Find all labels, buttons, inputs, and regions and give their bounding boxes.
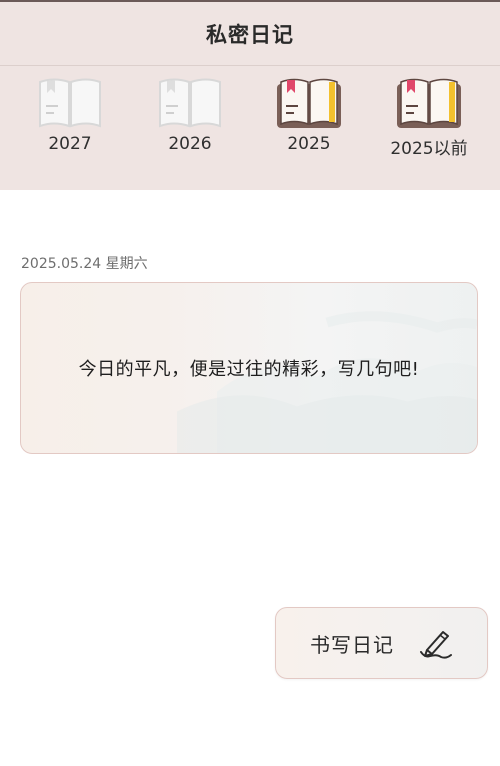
page-title: 私密日记 bbox=[206, 22, 294, 47]
year-tab-2025[interactable]: 2025 bbox=[259, 76, 359, 154]
year-tab-2026[interactable]: 2026 bbox=[140, 76, 240, 154]
write-diary-button[interactable]: 书写日记 bbox=[275, 607, 488, 679]
book-icon bbox=[39, 78, 101, 128]
year-selector: 2027 2026 2025 2025以前 bbox=[0, 66, 500, 190]
entry-date: 2025.05.24 星期六 bbox=[21, 256, 148, 272]
book-icon bbox=[159, 78, 221, 128]
year-label: 2027 bbox=[48, 134, 92, 154]
pen-icon bbox=[420, 631, 452, 659]
year-label: 2025 bbox=[287, 134, 331, 154]
year-tab-2027[interactable]: 2027 bbox=[20, 76, 120, 154]
year-tab-before-2025[interactable]: 2025以前 bbox=[379, 76, 479, 159]
book-icon bbox=[277, 78, 341, 128]
top-bar: 私密日记 bbox=[0, 0, 500, 66]
write-diary-label: 书写日记 bbox=[310, 632, 394, 657]
book-icon bbox=[397, 78, 461, 128]
diary-prompt-text: 今日的平凡，便是过往的精彩，写几句吧! bbox=[78, 359, 420, 380]
year-label: 2026 bbox=[168, 134, 212, 154]
diary-prompt-card[interactable]: 今日的平凡，便是过往的精彩，写几句吧! bbox=[20, 282, 478, 454]
content-area bbox=[0, 190, 500, 766]
year-label: 2025以前 bbox=[390, 139, 468, 159]
